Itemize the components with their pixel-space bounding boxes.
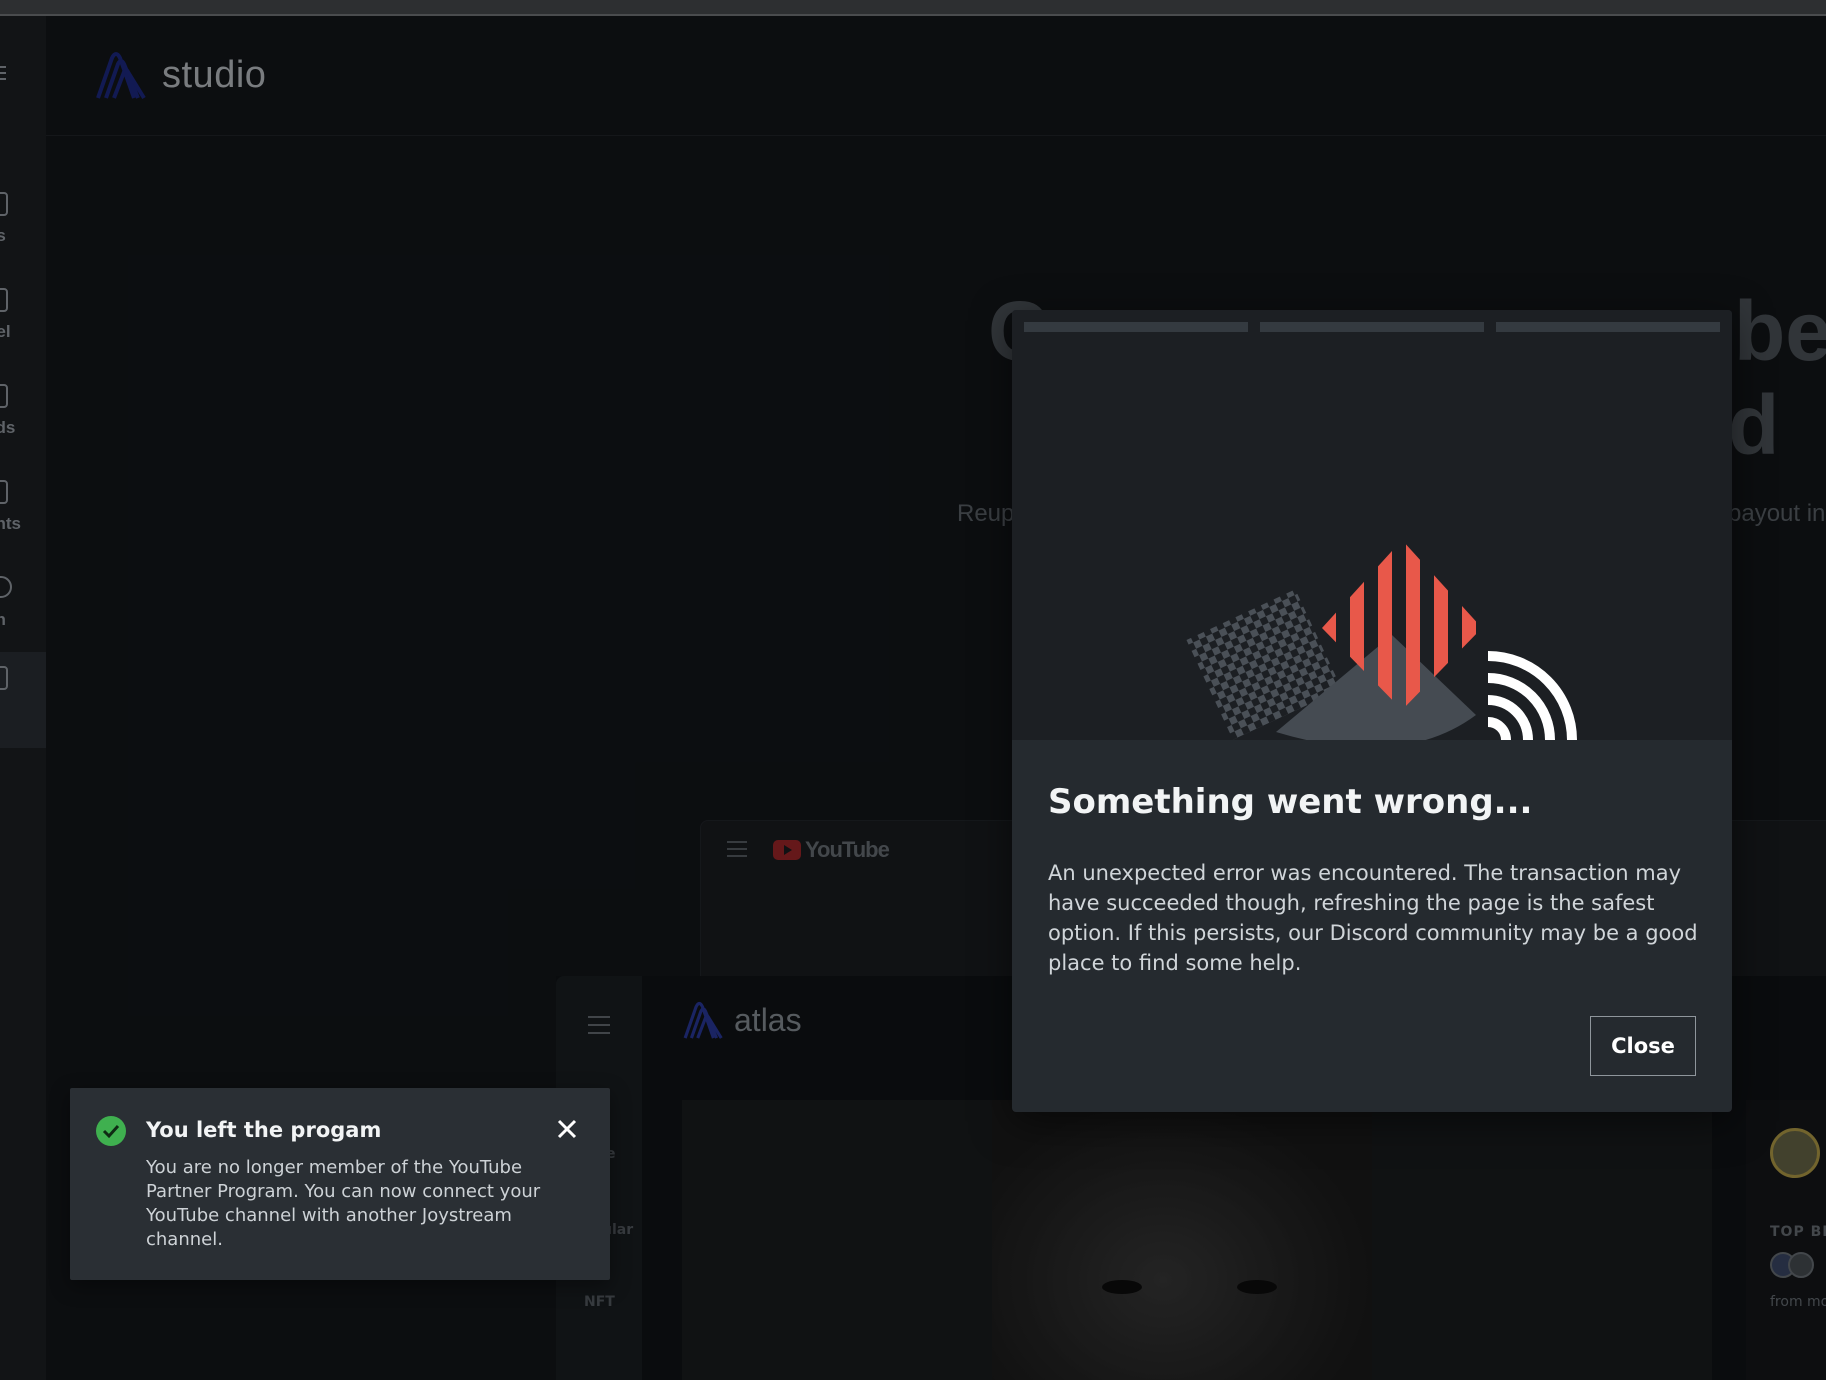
dialog-message: An unexpected error was encountered. The…: [1048, 861, 1698, 975]
window-top-bar: [0, 0, 1826, 16]
check-circle-icon: [96, 1116, 126, 1146]
dialog-illustration-area: [1012, 310, 1732, 740]
toast-message: You are no longer member of the YouTube …: [146, 1157, 541, 1250]
error-dialog: Something went wrong... An unexpected er…: [1012, 310, 1732, 1112]
dialog-title: Something went wrong...: [1048, 782, 1533, 822]
step-indicator: [1024, 322, 1720, 332]
toast-title: You left the progam: [146, 1118, 382, 1142]
error-illustration-icon: [1186, 540, 1577, 740]
success-toast: You left the progam You are no longer me…: [70, 1088, 610, 1280]
close-button[interactable]: Close: [1590, 1016, 1696, 1076]
close-icon[interactable]: [554, 1116, 580, 1142]
